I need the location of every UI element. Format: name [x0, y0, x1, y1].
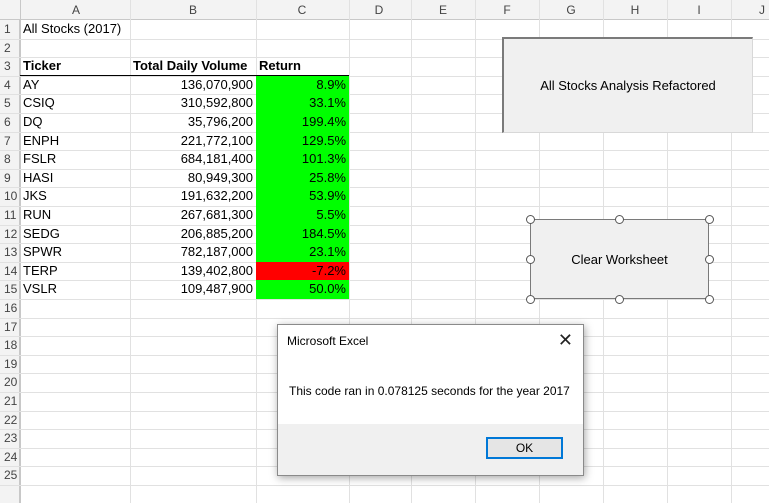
ticker-cell[interactable]: RUN	[20, 206, 130, 225]
table-header-1[interactable]: Total Daily Volume	[130, 57, 256, 76]
row-header-21[interactable]: 21	[0, 392, 20, 411]
column-header-c[interactable]: C	[287, 1, 317, 19]
row-header-11[interactable]: 11	[0, 206, 20, 225]
ticker-cell[interactable]: SPWR	[20, 243, 130, 262]
resize-handle-bottom-left[interactable]	[526, 295, 535, 304]
column-header-e[interactable]: E	[428, 1, 458, 19]
ticker-cell[interactable]: SEDG	[20, 225, 130, 244]
ticker-cell[interactable]: VSLR	[20, 280, 130, 299]
return-cell[interactable]: 8.9%	[256, 75, 349, 95]
row-header-7[interactable]: 7	[0, 132, 20, 151]
dialog-title: Microsoft Excel	[287, 334, 369, 348]
resize-handle-middle-right[interactable]	[705, 255, 714, 264]
return-cell[interactable]: 53.9%	[256, 187, 349, 206]
dialog-footer: OK	[278, 424, 583, 475]
clear-worksheet-label: Clear Worksheet	[571, 251, 668, 267]
row-header-18[interactable]: 18	[0, 336, 20, 355]
resize-handle-bottom-right[interactable]	[705, 295, 714, 304]
column-header-g[interactable]: G	[556, 1, 586, 19]
return-cell[interactable]: 50.0%	[256, 280, 349, 299]
ticker-cell[interactable]: JKS	[20, 187, 130, 206]
volume-cell[interactable]: 267,681,300	[130, 206, 256, 225]
volume-cell[interactable]: 35,796,200	[130, 113, 256, 132]
close-icon[interactable]: ✕	[558, 330, 573, 351]
all-stocks-analysis-label: All Stocks Analysis Refactored	[540, 78, 716, 93]
ticker-cell[interactable]: FSLR	[20, 150, 130, 169]
volume-cell[interactable]: 109,487,900	[130, 280, 256, 299]
ok-button[interactable]: OK	[486, 437, 563, 459]
row-header-24[interactable]: 24	[0, 448, 20, 467]
column-header-a[interactable]: A	[61, 1, 91, 19]
column-header-h[interactable]: H	[620, 1, 650, 19]
resize-handle-top-right[interactable]	[705, 215, 714, 224]
volume-cell[interactable]: 136,070,900	[130, 76, 256, 95]
clear-worksheet-button[interactable]: Clear Worksheet	[530, 219, 709, 299]
volume-cell[interactable]: 206,885,200	[130, 225, 256, 244]
column-header-f[interactable]: F	[492, 1, 522, 19]
ticker-cell[interactable]: ENPH	[20, 132, 130, 151]
ticker-cell[interactable]: CSIQ	[20, 94, 130, 113]
grid-line-horizontal	[0, 299, 769, 300]
row-header-8[interactable]: 8	[0, 150, 20, 169]
row-header-16[interactable]: 16	[0, 299, 20, 318]
ticker-cell[interactable]: AY	[20, 76, 130, 95]
row-header-17[interactable]: 17	[0, 318, 20, 337]
row-header-12[interactable]: 12	[0, 225, 20, 244]
grid-line-horizontal	[0, 317, 769, 319]
return-cell[interactable]: 25.8%	[256, 168, 349, 188]
ticker-cell[interactable]: HASI	[20, 169, 130, 188]
volume-cell[interactable]: 782,187,000	[130, 243, 256, 262]
row-header-2[interactable]: 2	[0, 39, 20, 58]
row-header-15[interactable]: 15	[0, 280, 20, 299]
grid-line-horizontal	[0, 485, 769, 486]
sheet-title-cell[interactable]: All Stocks (2017)	[20, 20, 130, 39]
return-cell[interactable]: 184.5%	[256, 224, 349, 244]
resize-handle-bottom-middle[interactable]	[615, 295, 624, 304]
row-header-6[interactable]: 6	[0, 113, 20, 132]
row-header-10[interactable]: 10	[0, 187, 20, 206]
volume-cell[interactable]: 139,402,800	[130, 262, 256, 281]
volume-cell[interactable]: 221,772,100	[130, 132, 256, 151]
return-cell[interactable]: 199.4%	[256, 113, 349, 132]
volume-cell[interactable]: 684,181,400	[130, 150, 256, 169]
row-header-13[interactable]: 13	[0, 243, 20, 262]
dialog-message: This code ran in 0.078125 seconds for th…	[289, 384, 570, 398]
row-header-3[interactable]: 3	[0, 57, 20, 76]
return-cell[interactable]: 23.1%	[256, 243, 349, 262]
column-header-d[interactable]: D	[364, 1, 394, 19]
row-header-4[interactable]: 4	[0, 76, 20, 95]
column-header-j[interactable]: J	[747, 1, 769, 19]
all-stocks-analysis-button[interactable]: All Stocks Analysis Refactored	[502, 37, 753, 133]
resize-handle-top-left[interactable]	[526, 215, 535, 224]
table-header-0[interactable]: Ticker	[20, 57, 130, 76]
resize-handle-top-middle[interactable]	[615, 215, 624, 224]
column-header-i[interactable]: I	[684, 1, 714, 19]
ticker-cell[interactable]: TERP	[20, 262, 130, 281]
row-header-22[interactable]: 22	[0, 411, 20, 430]
return-cell[interactable]: -7.2%	[256, 261, 349, 281]
return-cell[interactable]: 33.1%	[256, 94, 349, 113]
ticker-cell[interactable]: DQ	[20, 113, 130, 132]
row-header-23[interactable]: 23	[0, 429, 20, 448]
row-header-14[interactable]: 14	[0, 262, 20, 281]
volume-cell[interactable]: 310,592,800	[130, 94, 256, 113]
row-header-25[interactable]: 25	[0, 466, 20, 485]
column-header-b[interactable]: B	[178, 1, 208, 19]
row-header-20[interactable]: 20	[0, 373, 20, 392]
volume-cell[interactable]: 191,632,200	[130, 187, 256, 206]
row-header-9[interactable]: 9	[0, 169, 20, 188]
message-dialog: Microsoft Excel ✕ This code ran in 0.078…	[277, 324, 584, 476]
return-cell[interactable]: 129.5%	[256, 131, 349, 151]
volume-cell[interactable]: 80,949,300	[130, 169, 256, 188]
row-header-1[interactable]: 1	[0, 20, 20, 39]
return-cell[interactable]: 5.5%	[256, 206, 349, 225]
row-header-5[interactable]: 5	[0, 94, 20, 113]
table-header-2[interactable]: Return	[256, 57, 349, 76]
resize-handle-middle-left[interactable]	[526, 255, 535, 264]
return-cell[interactable]: 101.3%	[256, 150, 349, 169]
row-header-19[interactable]: 19	[0, 355, 20, 374]
